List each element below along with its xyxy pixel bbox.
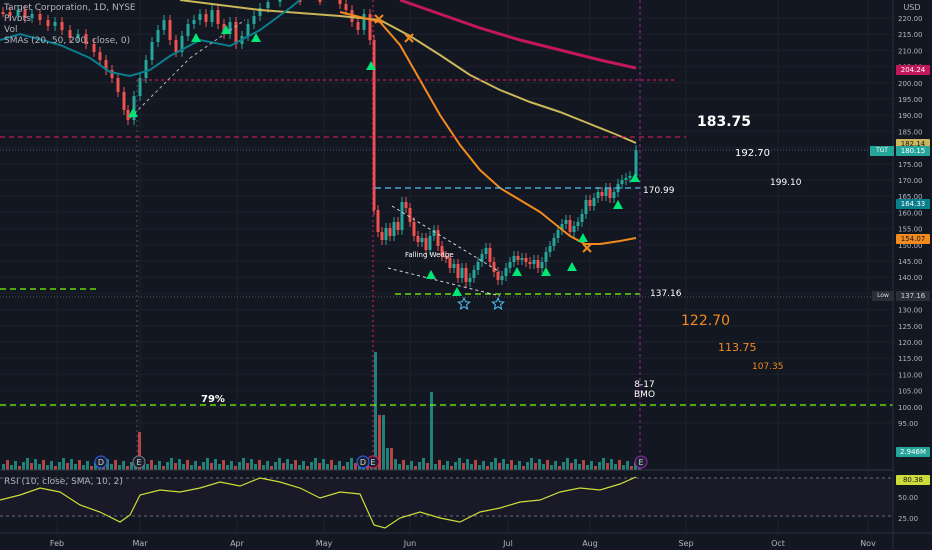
rsi-panel [0, 469, 893, 529]
target-107-35: 107.35 [752, 362, 784, 372]
volume-indicator-label[interactable]: Vol [4, 25, 136, 36]
price-tick-label: 130.00 [898, 307, 923, 315]
svg-text:E: E [136, 458, 141, 467]
price-tick-label: 190.00 [898, 112, 923, 120]
percent-label: 79% [201, 394, 225, 405]
svg-text:E: E [638, 458, 643, 467]
time-tick-label: May [316, 539, 333, 548]
target-113-75: 113.75 [718, 341, 757, 354]
price-tick-label: 145.00 [898, 258, 923, 266]
price-tick-label: 95.00 [898, 420, 918, 428]
time-tick-label: Feb [50, 539, 64, 548]
target-199-10: 199.10 [770, 178, 802, 188]
earnings-date: 8-17 [634, 380, 655, 390]
sma200-price-label: 204.24 [896, 65, 930, 75]
time-tick-label: Apr [230, 539, 245, 548]
price-tick-label: 140.00 [898, 274, 923, 282]
chart-grid [0, 0, 893, 533]
time-tick-label: Jul [502, 539, 513, 548]
chart-header: Target Corporation, 1D, NYSE Pivots Vol … [4, 3, 136, 47]
sma50-price-label: 154.07 [896, 234, 930, 244]
price-tick-label: 175.00 [898, 161, 923, 169]
price-tick-label: 210.00 [898, 47, 923, 55]
rsi-indicator-label[interactable]: RSI (10, close, SMA, 10, 2) [4, 477, 123, 487]
svg-text:D: D [98, 458, 104, 467]
price-tick-label: 105.00 [898, 388, 923, 396]
falling-wedge-label: Falling Wedge [405, 251, 454, 259]
time-tick-label: Aug [582, 539, 598, 548]
price-tick-label: 155.00 [898, 226, 923, 234]
time-tick-label: Sep [678, 539, 693, 548]
time-tick-label: Nov [860, 539, 876, 548]
time-tick-label: Mar [132, 539, 148, 548]
levels [0, 0, 893, 470]
sma50-line [339, 11, 637, 245]
price-tick-label: 100.00 [898, 404, 923, 412]
rsi-tick-label: 25.00 [898, 515, 918, 523]
low-price-label: 137.16 [896, 291, 930, 301]
ticker-price-tag: TGT [870, 146, 894, 156]
earnings-time: BMO [634, 390, 656, 400]
sma20-price-label: 164.33 [896, 199, 930, 209]
symbol-title[interactable]: Target Corporation, 1D, NYSE [4, 3, 136, 14]
price-tick-label: 185.00 [898, 128, 923, 136]
target-192-70: 192.70 [735, 148, 770, 159]
volume-bars [2, 352, 641, 470]
price-tick-label: 200.00 [898, 80, 923, 88]
low-tag: Low [872, 291, 894, 301]
currency-label: USD [903, 3, 921, 12]
target-183-75: 183.75 [697, 114, 752, 130]
last-price-label: 180.15 [896, 146, 930, 156]
price-tick-label: 220.00 [898, 15, 923, 23]
time-tick-label: Oct [771, 539, 785, 548]
price-tick-label: 115.00 [898, 355, 923, 363]
volume-value-label: 2.946M [896, 447, 930, 457]
price-tick-label: 195.00 [898, 96, 923, 104]
time-tick-label: Jun [403, 539, 417, 548]
target-122-70: 122.70 [681, 313, 730, 329]
rsi-value-label: 80.38 [896, 475, 930, 485]
level-170-99: 170.99 [643, 186, 675, 196]
time-axis[interactable]: Feb Mar Apr May Jun Jul Aug Sep Oct Nov [50, 539, 876, 548]
price-tick-label: 170.00 [898, 177, 923, 185]
rsi-tick-label: 50.00 [898, 494, 918, 502]
svg-text:D: D [360, 458, 366, 467]
sma-indicator-label[interactable]: SMAs (20, 50, 200, close, 0) [4, 36, 136, 47]
price-tick-label: 110.00 [898, 371, 923, 379]
price-chart[interactable]: DEEDE 220.00215.00210.00205.00200.00195.… [0, 0, 932, 550]
level-137-16: 137.16 [650, 289, 682, 299]
earnings-note: 8-17 BMO [634, 380, 655, 400]
pivots-indicator-label[interactable]: Pivots [4, 14, 136, 25]
price-tick-label: 125.00 [898, 323, 923, 331]
svg-text:E: E [370, 458, 375, 467]
price-tick-label: 120.00 [898, 339, 923, 347]
price-tick-label: 215.00 [898, 31, 923, 39]
price-tick-label: 160.00 [898, 209, 923, 217]
